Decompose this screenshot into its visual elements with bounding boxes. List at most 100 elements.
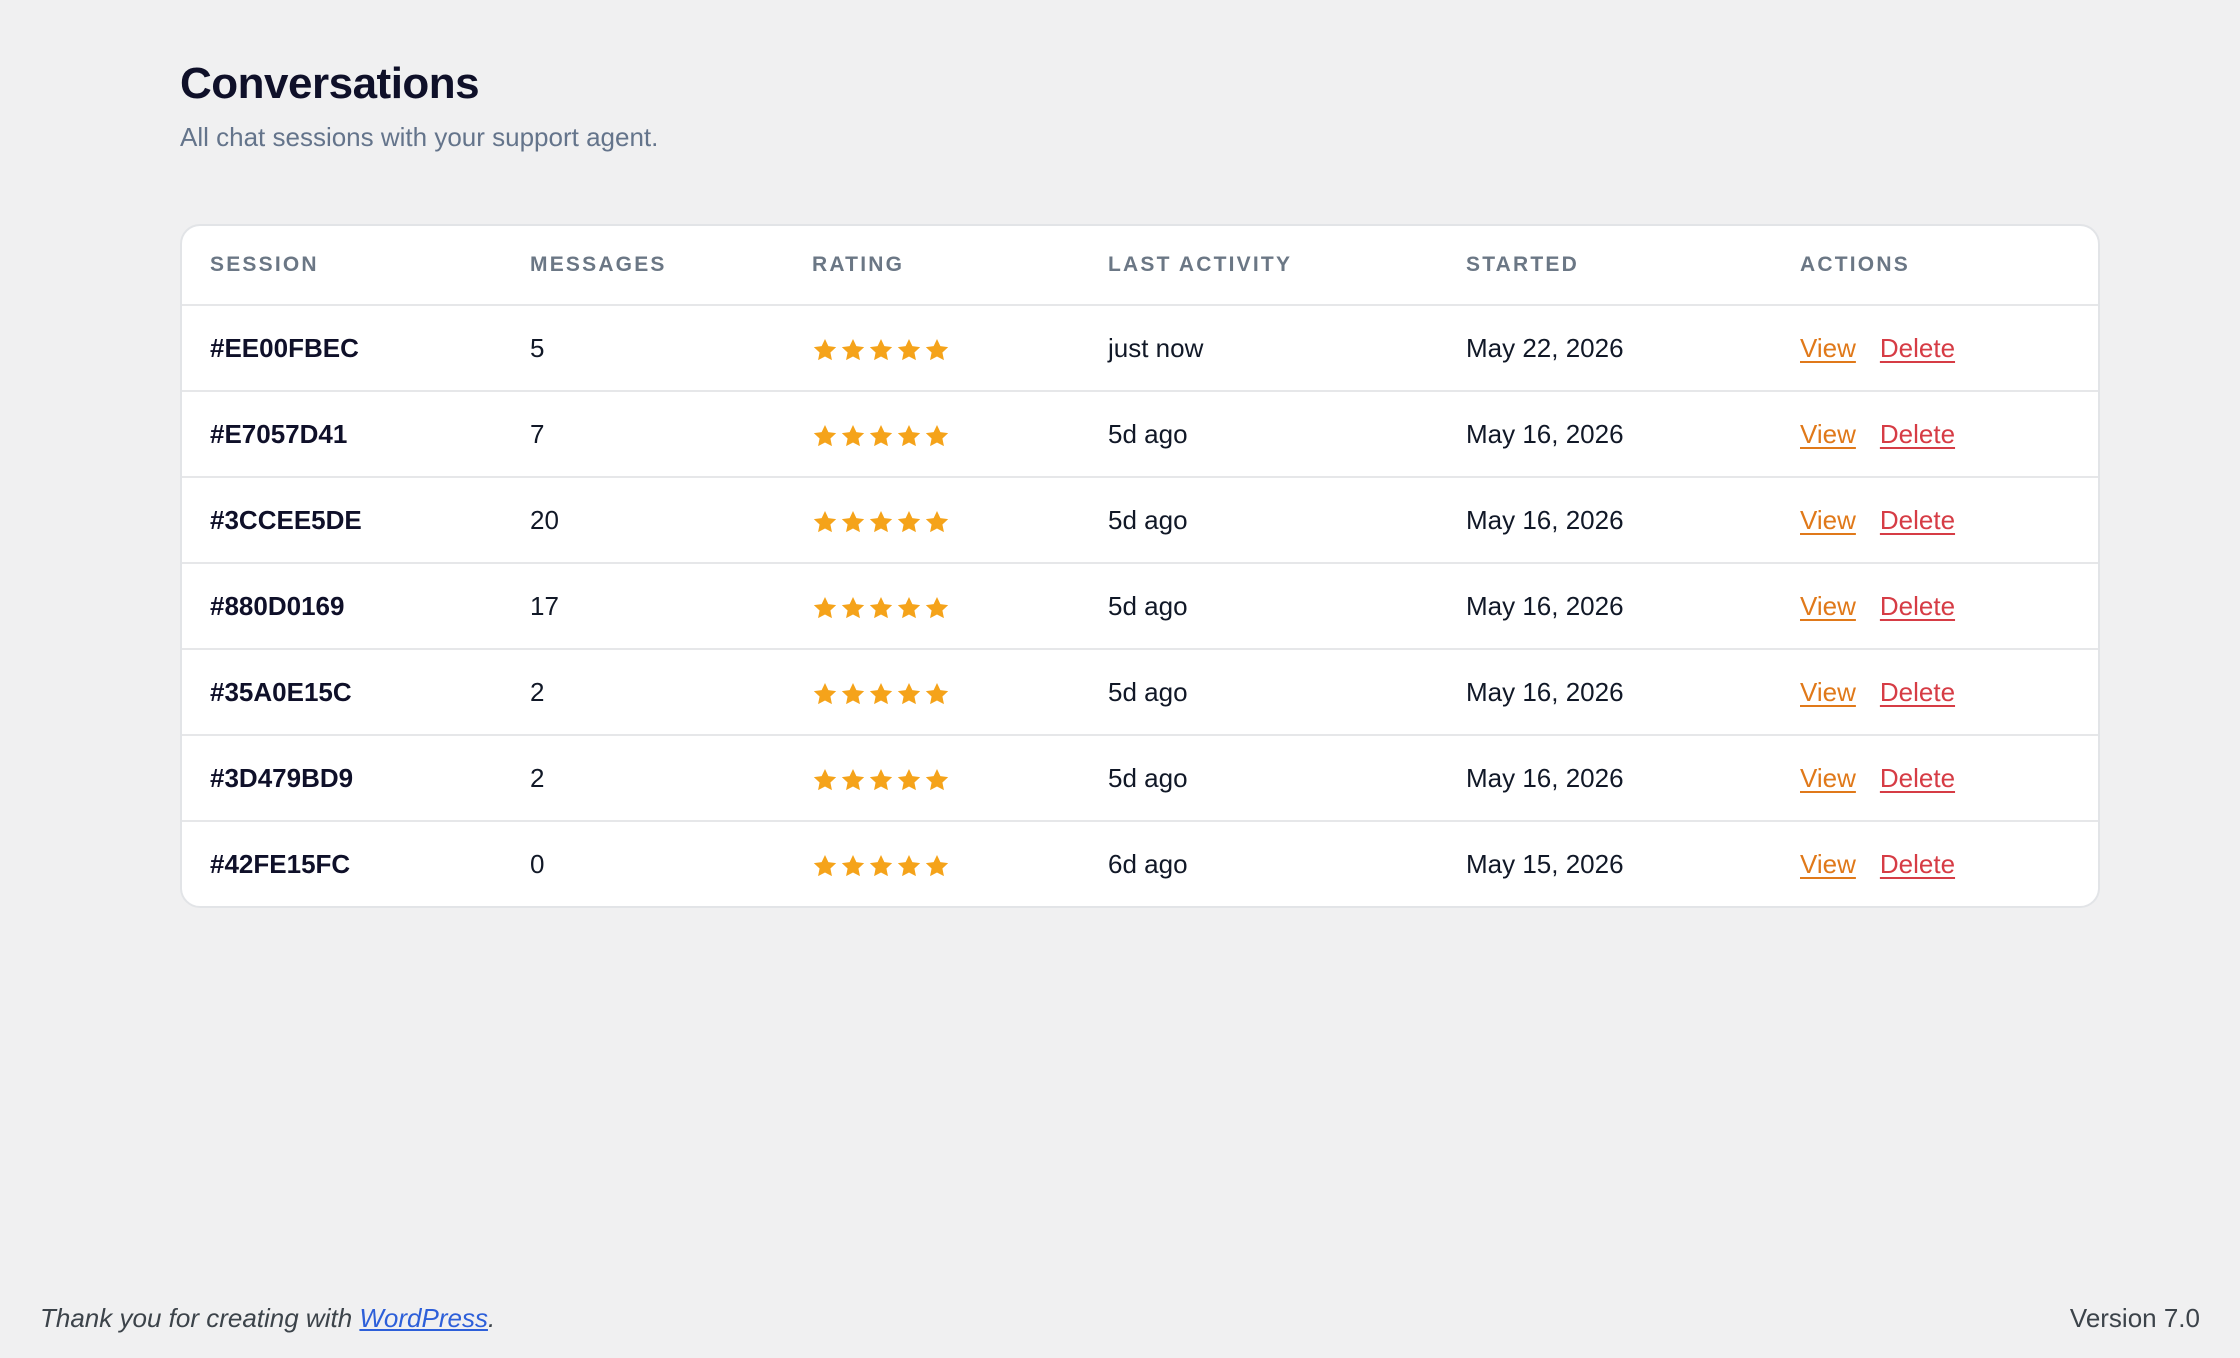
table-row: #35A0E15C 2 5d ago May 16, 2026 View Delete — [182, 649, 2098, 736]
conversations-table: SESSION MESSAGES RATING LAST ACTIVITY ST… — [182, 226, 2098, 906]
star-icon — [868, 767, 894, 793]
star-icon — [896, 509, 922, 535]
rating-stars — [812, 423, 950, 449]
session-id: #3CCEE5DE — [182, 477, 502, 564]
message-count: 2 — [502, 735, 784, 822]
star-icon — [868, 681, 894, 707]
started-date: May 16, 2026 — [1438, 735, 1772, 822]
actions-cell: View Delete — [1772, 735, 2098, 822]
actions-cell: View Delete — [1772, 649, 2098, 736]
column-header-session: SESSION — [182, 226, 502, 306]
rating-cell — [784, 477, 1080, 564]
page-subtitle: All chat sessions with your support agen… — [180, 122, 659, 152]
actions-cell: View Delete — [1772, 391, 2098, 478]
star-icon — [868, 337, 894, 363]
star-icon — [812, 423, 838, 449]
column-header-started: STARTED — [1438, 226, 1772, 306]
rating-cell — [784, 391, 1080, 478]
view-link[interactable]: View — [1800, 591, 1856, 621]
last-activity: 5d ago — [1080, 563, 1438, 650]
view-link[interactable]: View — [1800, 763, 1856, 793]
table-row: #42FE15FC 0 6d ago May 15, 2026 View Delete — [182, 821, 2098, 906]
star-icon — [868, 595, 894, 621]
star-icon — [924, 681, 950, 707]
footer-version: Version 7.0 — [2069, 1302, 2200, 1333]
star-icon — [868, 853, 894, 879]
session-id: #880D0169 — [182, 563, 502, 650]
column-header-rating: RATING — [784, 226, 1080, 306]
rating-cell — [784, 649, 1080, 736]
started-date: May 15, 2026 — [1466, 848, 1624, 879]
last-activity: just now — [1080, 305, 1438, 392]
last-activity: 5d ago — [1080, 477, 1438, 564]
message-count: 20 — [502, 477, 784, 564]
footer-thanks: Thank you for creating with WordPress. — [40, 1303, 495, 1334]
delete-link[interactable]: Delete — [1880, 505, 1955, 535]
star-icon — [840, 337, 866, 363]
column-header-actions: ACTIONS — [1772, 226, 2098, 306]
conversations-table-card: SESSION MESSAGES RATING LAST ACTIVITY ST… — [180, 224, 2100, 908]
admin-footer: Thank you for creating with WordPress. V… — [40, 1298, 2200, 1338]
star-icon — [924, 853, 950, 879]
star-icon — [896, 681, 922, 707]
rating-stars — [812, 595, 950, 621]
message-count: 17 — [502, 563, 784, 650]
rating-cell — [784, 563, 1080, 650]
table-row: #3CCEE5DE 20 5d ago May 16, 2026 View Delete — [182, 477, 2098, 564]
session-id: #EE00FBEC — [182, 305, 502, 392]
delete-link[interactable]: Delete — [1880, 677, 1955, 707]
started-date: May 22, 2026 — [1438, 305, 1772, 392]
table-row: #E7057D41 7 5d ago May 16, 2026 View Delete — [182, 391, 2098, 478]
star-icon — [812, 853, 838, 879]
view-link[interactable]: View — [1800, 849, 1856, 879]
started-date: May 16, 2026 — [1438, 563, 1772, 650]
delete-link[interactable]: Delete — [1880, 419, 1955, 449]
rating-stars — [812, 509, 950, 535]
session-id: #E7057D41 — [182, 391, 502, 478]
started-date: May 16, 2026 — [1438, 649, 1772, 736]
star-icon — [924, 509, 950, 535]
wordpress-link[interactable]: WordPress — [359, 1303, 488, 1333]
rating-cell — [784, 735, 1080, 822]
star-icon — [812, 681, 838, 707]
rating-stars — [812, 337, 950, 363]
delete-link[interactable]: Delete — [1880, 763, 1955, 793]
message-count: 7 — [502, 391, 784, 478]
star-icon — [924, 423, 950, 449]
footer-thanks-suffix: . — [487, 1302, 496, 1333]
star-icon — [896, 423, 922, 449]
last-activity: 6d ago — [1108, 848, 1188, 879]
table-row: #EE00FBEC 5 just now May 22, 2026 View Delete — [182, 305, 2098, 392]
star-icon — [924, 337, 950, 363]
column-header-messages: MESSAGES — [502, 226, 784, 306]
star-icon — [840, 595, 866, 621]
star-icon — [868, 509, 894, 535]
session-id: #35A0E15C — [182, 649, 502, 736]
star-icon — [840, 509, 866, 535]
delete-link[interactable]: Delete — [1880, 849, 1955, 879]
footer-thanks-prefix: Thank you for creating with — [40, 1302, 360, 1333]
delete-link[interactable]: Delete — [1880, 591, 1955, 621]
star-icon — [896, 853, 922, 879]
view-link[interactable]: View — [1800, 333, 1856, 363]
view-link[interactable]: View — [1800, 677, 1856, 707]
star-icon — [840, 853, 866, 879]
view-link[interactable]: View — [1800, 505, 1856, 535]
view-link[interactable]: View — [1800, 419, 1856, 449]
rating-stars — [812, 681, 950, 707]
message-count: 5 — [502, 305, 784, 392]
started-date: May 16, 2026 — [1438, 391, 1772, 478]
star-icon — [812, 509, 838, 535]
star-icon — [840, 681, 866, 707]
rating-cell — [784, 821, 1080, 906]
star-icon — [896, 767, 922, 793]
table-row: #3D479BD9 2 5d ago May 16, 2026 View Delete — [182, 735, 2098, 822]
last-activity: 5d ago — [1080, 391, 1438, 478]
star-icon — [896, 595, 922, 621]
column-header-last-activity: LAST ACTIVITY — [1080, 226, 1438, 306]
session-id: #42FE15FC — [210, 848, 351, 879]
last-activity: 5d ago — [1080, 649, 1438, 736]
delete-link[interactable]: Delete — [1880, 333, 1955, 363]
session-id: #3D479BD9 — [182, 735, 502, 822]
rating-stars — [812, 853, 950, 879]
